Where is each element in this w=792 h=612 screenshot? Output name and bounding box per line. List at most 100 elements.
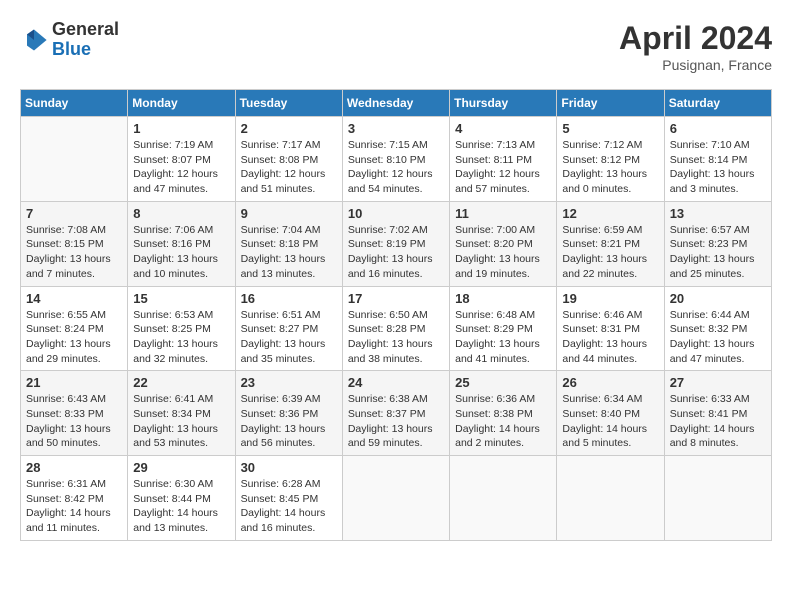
column-header-friday: Friday [557, 90, 664, 117]
day-number: 26 [562, 375, 658, 390]
day-info: Sunrise: 6:55 AMSunset: 8:24 PMDaylight:… [26, 308, 122, 367]
day-number: 16 [241, 291, 337, 306]
day-number: 6 [670, 121, 766, 136]
calendar-header-row: SundayMondayTuesdayWednesdayThursdayFrid… [21, 90, 772, 117]
calendar-cell: 17Sunrise: 6:50 AMSunset: 8:28 PMDayligh… [342, 286, 449, 371]
day-info: Sunrise: 6:30 AMSunset: 8:44 PMDaylight:… [133, 477, 229, 536]
calendar-cell: 27Sunrise: 6:33 AMSunset: 8:41 PMDayligh… [664, 371, 771, 456]
calendar-cell: 30 Sunrise: 6:28 AMSunset: 8:45 PMDayligh… [235, 456, 342, 541]
day-number: 4 [455, 121, 551, 136]
calendar-cell: 12Sunrise: 6:59 AMSunset: 8:21 PMDayligh… [557, 201, 664, 286]
day-info: Sunrise: 6:34 AMSunset: 8:40 PMDaylight:… [562, 392, 658, 451]
calendar-week-row: 14 Sunrise: 6:55 AMSunset: 8:24 PMDayligh… [21, 286, 772, 371]
day-info: Sunrise: 6:53 AMSunset: 8:25 PMDaylight:… [133, 308, 229, 367]
calendar-cell: 19 Sunrise: 6:46 AMSunset: 8:31 PMDayligh… [557, 286, 664, 371]
day-info: Sunrise: 7:17 AMSunset: 8:08 PMDaylight:… [241, 138, 337, 197]
day-number: 9 [241, 206, 337, 221]
calendar-cell: 16 Sunrise: 6:51 AMSunset: 8:27 PMDayligh… [235, 286, 342, 371]
logo-icon [20, 26, 48, 54]
calendar-cell [342, 456, 449, 541]
calendar-cell: 1 Sunrise: 7:19 AMSunset: 8:07 PMDaylight… [128, 117, 235, 202]
day-info: Sunrise: 6:46 AMSunset: 8:31 PMDaylight:… [562, 308, 658, 367]
day-info: Sunrise: 6:38 AMSunset: 8:37 PMDaylight:… [348, 392, 444, 451]
day-number: 23 [241, 375, 337, 390]
day-number: 30 [241, 460, 337, 475]
column-header-wednesday: Wednesday [342, 90, 449, 117]
day-number: 17 [348, 291, 444, 306]
calendar-cell: 5 Sunrise: 7:12 AMSunset: 8:12 PMDaylight… [557, 117, 664, 202]
calendar-cell: 4 Sunrise: 7:13 AMSunset: 8:11 PMDaylight… [450, 117, 557, 202]
day-info: Sunrise: 7:00 AMSunset: 8:20 PMDaylight:… [455, 223, 551, 282]
day-info: Sunrise: 7:10 AMSunset: 8:14 PMDaylight:… [670, 138, 766, 197]
day-number: 20 [670, 291, 766, 306]
column-header-sunday: Sunday [21, 90, 128, 117]
day-number: 25 [455, 375, 551, 390]
page-header: General Blue April 2024 Pusignan, France [20, 20, 772, 73]
calendar-cell: 23 Sunrise: 6:39 AMSunset: 8:36 PMDayligh… [235, 371, 342, 456]
day-info: Sunrise: 6:39 AMSunset: 8:36 PMDaylight:… [241, 392, 337, 451]
day-info: Sunrise: 6:31 AMSunset: 8:42 PMDaylight:… [26, 477, 122, 536]
day-number: 14 [26, 291, 122, 306]
day-info: Sunrise: 6:59 AMSunset: 8:21 PMDaylight:… [562, 223, 658, 282]
calendar-cell: 14 Sunrise: 6:55 AMSunset: 8:24 PMDayligh… [21, 286, 128, 371]
day-info: Sunrise: 6:41 AMSunset: 8:34 PMDaylight:… [133, 392, 229, 451]
day-info: Sunrise: 7:06 AMSunset: 8:16 PMDaylight:… [133, 223, 229, 282]
calendar-cell: 20 Sunrise: 6:44 AMSunset: 8:32 PMDayligh… [664, 286, 771, 371]
calendar-cell: 25 Sunrise: 6:36 AMSunset: 8:38 PMDayligh… [450, 371, 557, 456]
logo-text: General Blue [52, 20, 119, 60]
day-info: Sunrise: 6:44 AMSunset: 8:32 PMDaylight:… [670, 308, 766, 367]
calendar-cell: 21 Sunrise: 6:43 AMSunset: 8:33 PMDayligh… [21, 371, 128, 456]
day-info: Sunrise: 6:28 AMSunset: 8:45 PMDaylight:… [241, 477, 337, 536]
day-number: 22 [133, 375, 229, 390]
calendar-cell [557, 456, 664, 541]
day-info: Sunrise: 7:19 AMSunset: 8:07 PMDaylight:… [133, 138, 229, 197]
calendar-week-row: 28Sunrise: 6:31 AMSunset: 8:42 PMDayligh… [21, 456, 772, 541]
calendar-cell: 18 Sunrise: 6:48 AMSunset: 8:29 PMDayligh… [450, 286, 557, 371]
day-number: 7 [26, 206, 122, 221]
day-number: 10 [348, 206, 444, 221]
location: Pusignan, France [619, 57, 772, 73]
day-info: Sunrise: 6:36 AMSunset: 8:38 PMDaylight:… [455, 392, 551, 451]
calendar-cell: 7 Sunrise: 7:08 AMSunset: 8:15 PMDaylight… [21, 201, 128, 286]
day-info: Sunrise: 7:04 AMSunset: 8:18 PMDaylight:… [241, 223, 337, 282]
day-number: 3 [348, 121, 444, 136]
calendar-cell [664, 456, 771, 541]
column-header-thursday: Thursday [450, 90, 557, 117]
day-number: 24 [348, 375, 444, 390]
day-info: Sunrise: 7:13 AMSunset: 8:11 PMDaylight:… [455, 138, 551, 197]
calendar-cell: 11Sunrise: 7:00 AMSunset: 8:20 PMDayligh… [450, 201, 557, 286]
calendar-cell: 28Sunrise: 6:31 AMSunset: 8:42 PMDayligh… [21, 456, 128, 541]
column-header-monday: Monday [128, 90, 235, 117]
day-number: 19 [562, 291, 658, 306]
calendar-cell: 6 Sunrise: 7:10 AMSunset: 8:14 PMDaylight… [664, 117, 771, 202]
column-header-saturday: Saturday [664, 90, 771, 117]
day-info: Sunrise: 7:02 AMSunset: 8:19 PMDaylight:… [348, 223, 444, 282]
calendar-cell [21, 117, 128, 202]
day-number: 15 [133, 291, 229, 306]
day-info: Sunrise: 6:57 AMSunset: 8:23 PMDaylight:… [670, 223, 766, 282]
calendar-cell: 29 Sunrise: 6:30 AMSunset: 8:44 PMDayligh… [128, 456, 235, 541]
day-number: 27 [670, 375, 766, 390]
calendar-week-row: 1 Sunrise: 7:19 AMSunset: 8:07 PMDaylight… [21, 117, 772, 202]
day-info: Sunrise: 7:08 AMSunset: 8:15 PMDaylight:… [26, 223, 122, 282]
day-info: Sunrise: 6:51 AMSunset: 8:27 PMDaylight:… [241, 308, 337, 367]
calendar-week-row: 7 Sunrise: 7:08 AMSunset: 8:15 PMDaylight… [21, 201, 772, 286]
day-number: 29 [133, 460, 229, 475]
logo: General Blue [20, 20, 119, 60]
calendar-cell [450, 456, 557, 541]
day-info: Sunrise: 7:12 AMSunset: 8:12 PMDaylight:… [562, 138, 658, 197]
calendar-table: SundayMondayTuesdayWednesdayThursdayFrid… [20, 89, 772, 541]
day-number: 2 [241, 121, 337, 136]
month-year: April 2024 [619, 20, 772, 57]
calendar-week-row: 21 Sunrise: 6:43 AMSunset: 8:33 PMDayligh… [21, 371, 772, 456]
day-info: Sunrise: 6:43 AMSunset: 8:33 PMDaylight:… [26, 392, 122, 451]
day-number: 18 [455, 291, 551, 306]
day-info: Sunrise: 7:15 AMSunset: 8:10 PMDaylight:… [348, 138, 444, 197]
day-number: 21 [26, 375, 122, 390]
day-number: 5 [562, 121, 658, 136]
day-number: 1 [133, 121, 229, 136]
day-info: Sunrise: 6:48 AMSunset: 8:29 PMDaylight:… [455, 308, 551, 367]
calendar-cell: 15 Sunrise: 6:53 AMSunset: 8:25 PMDayligh… [128, 286, 235, 371]
title-block: April 2024 Pusignan, France [619, 20, 772, 73]
calendar-cell: 3 Sunrise: 7:15 AMSunset: 8:10 PMDaylight… [342, 117, 449, 202]
